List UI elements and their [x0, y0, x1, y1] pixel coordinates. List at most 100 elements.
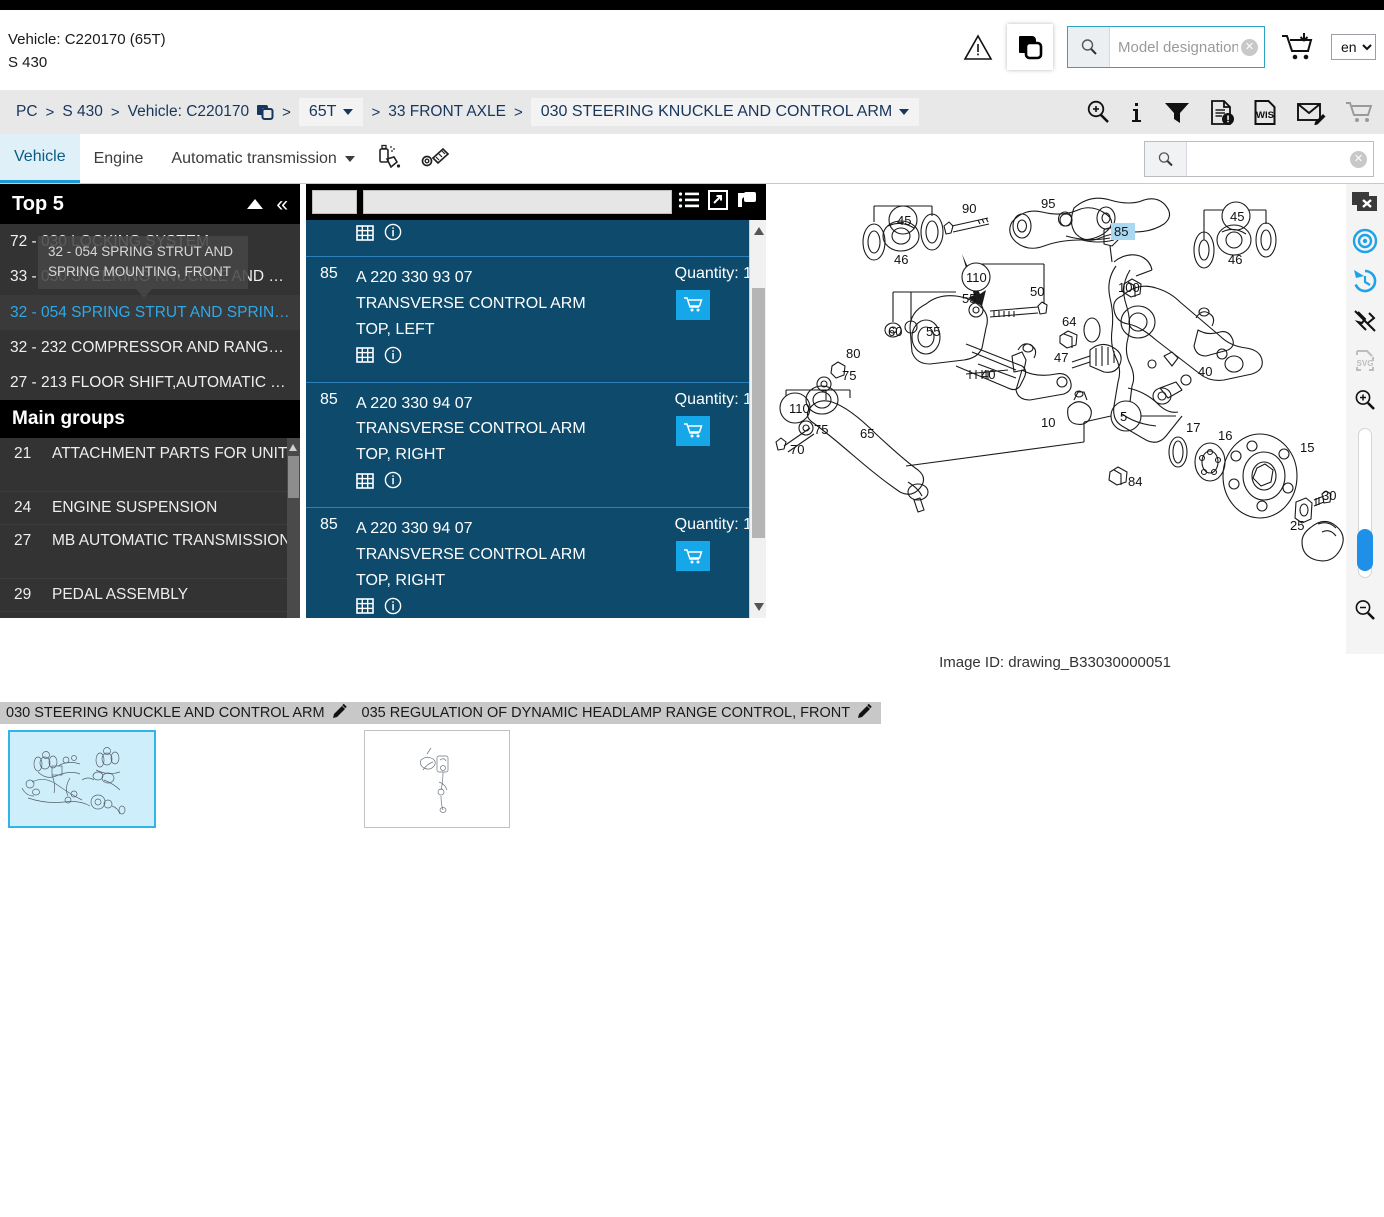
breadcrumb-item-65t[interactable]: 65T — [298, 98, 364, 126]
part-table-icon[interactable] — [356, 224, 374, 250]
add-part-to-cart-button[interactable] — [676, 415, 710, 446]
svg-export-icon[interactable]: SVG — [1352, 348, 1378, 374]
scrollbar-thumb[interactable] — [288, 456, 299, 499]
part-table-icon[interactable] — [356, 346, 374, 372]
scroll-up-icon[interactable] — [754, 227, 764, 235]
add-part-to-cart-button[interactable] — [676, 289, 710, 320]
thumbnail-image-030[interactable] — [8, 730, 156, 828]
add-part-to-cart-button[interactable] — [676, 541, 710, 572]
parts-scrollbar[interactable] — [749, 220, 766, 618]
main-group-number: 24 — [14, 499, 32, 517]
language-select[interactable]: en — [1331, 34, 1376, 60]
edit-icon[interactable] — [332, 703, 348, 722]
main-group-item-21[interactable]: 21 ATTACHMENT PARTS FOR UNITS — [0, 438, 300, 493]
thumbnail-title[interactable]: 030 STEERING KNUCKLE AND CONTROL ARM — [0, 702, 356, 724]
callout-75a: 75 — [842, 368, 856, 383]
vehicle-model-label: S 430 — [8, 54, 48, 72]
zoom-slider-knob[interactable] — [1357, 529, 1373, 571]
part-info-icon[interactable] — [384, 471, 402, 498]
unpin-icon[interactable] — [1352, 308, 1378, 334]
part-row[interactable]: 85 A 220 330 94 07 TRANSVERSE CONTROL AR… — [306, 508, 766, 618]
part-row[interactable]: 85 A 220 330 94 07 TRANSVERSE CONTROL AR… — [306, 383, 766, 509]
collapse-sidebar-icon[interactable]: « — [276, 194, 288, 215]
chevron-up-icon[interactable] — [247, 199, 264, 209]
callout-15: 15 — [1300, 440, 1314, 455]
breadcrumb-item-front-axle[interactable]: 33 FRONT AXLE — [388, 103, 506, 121]
copy-vehicle-icon[interactable] — [256, 103, 274, 121]
part-quantity — [622, 220, 752, 250]
breadcrumb-item-group[interactable]: 030 STEERING KNUCKLE AND CONTROL ARM — [530, 98, 920, 126]
callout-45b: 45 — [1230, 209, 1244, 224]
add-to-cart-icon[interactable] — [1279, 31, 1317, 63]
list-view-icon[interactable] — [678, 190, 700, 215]
model-designation-search[interactable]: ✕ — [1067, 26, 1265, 68]
zoom-in-search-icon[interactable] — [1085, 99, 1111, 125]
target-focus-icon[interactable] — [1352, 228, 1378, 254]
main-groups-scrollbar[interactable] — [287, 438, 300, 618]
callout-45: 45 — [897, 213, 911, 228]
zoom-out-icon[interactable] — [1353, 598, 1377, 622]
info-icon[interactable] — [1129, 99, 1145, 125]
zoom-slider[interactable] — [1357, 428, 1373, 578]
tab-vehicle[interactable]: Vehicle — [0, 134, 80, 183]
breadcrumb-item-vehicle[interactable]: Vehicle: C220170 — [128, 103, 250, 121]
main-group-item-24[interactable]: 24 ENGINE SUSPENSION — [0, 492, 300, 526]
part-info-icon[interactable] — [384, 223, 402, 250]
top5-item-3[interactable]: 32 - 232 COMPRESSOR AND RANGE ... — [0, 330, 300, 365]
part-row[interactable] — [306, 220, 766, 257]
close-window-icon[interactable] — [1351, 190, 1379, 214]
scroll-down-icon[interactable] — [754, 603, 764, 611]
main-group-label: PEDAL ASSEMBLY — [52, 586, 189, 604]
part-number: A 220 330 94 07 — [356, 520, 473, 538]
tab-engine[interactable]: Engine — [80, 134, 158, 183]
part-position: 85 — [320, 390, 338, 408]
part-row[interactable]: 85 A 220 330 93 07 TRANSVERSE CONTROL AR… — [306, 257, 766, 383]
shopping-cart-icon[interactable] — [1344, 99, 1374, 125]
clear-icon[interactable]: ✕ — [1350, 150, 1367, 168]
filter-funnel-icon[interactable] — [1163, 99, 1191, 125]
top5-item-4[interactable]: 27 - 213 FLOOR SHIFT,AUTOMATIC TR... — [0, 365, 300, 400]
history-undo-icon[interactable] — [1352, 268, 1378, 294]
top5-item-0[interactable]: 72 - 030 LOCKING SYSTEM — [0, 224, 300, 259]
parts-filter-small-input[interactable] — [312, 190, 357, 214]
copy-icon[interactable] — [736, 190, 758, 215]
fasteners-icon[interactable] — [413, 134, 457, 183]
thumbnail-title[interactable]: 035 REGULATION OF DYNAMIC HEADLAMP RANGE… — [355, 702, 882, 724]
expand-icon[interactable] — [708, 189, 728, 215]
warning-triangle-icon[interactable] — [963, 32, 993, 62]
scroll-up-icon[interactable] — [289, 444, 297, 452]
part-table-icon[interactable] — [356, 597, 374, 618]
parts-list-body: 85 A 220 330 93 07 TRANSVERSE CONTROL AR… — [306, 220, 766, 618]
tab-automatic-transmission[interactable]: Automatic transmission — [157, 134, 368, 183]
top5-item-2[interactable]: 32 - 054 SPRING STRUT AND SPRING ... — [0, 294, 300, 330]
breadcrumb-separator: > — [371, 103, 381, 121]
header-right-actions: ✕ en — [963, 24, 1376, 70]
scrollbar-thumb[interactable] — [752, 288, 765, 538]
top5-item-1[interactable]: 33 - 030 STEERING KNUCKLE AND CO... — [0, 259, 300, 294]
breadcrumb-item-model[interactable]: S 430 — [62, 103, 103, 121]
tab-search-input[interactable] — [1187, 151, 1373, 167]
main-group-item-30[interactable]: 30 CONTROL — [0, 612, 300, 618]
exploded-parts-drawing[interactable]: 45 90 95 46 110 55 50 64 47 100 40 80 75… — [766, 184, 1346, 654]
paint-spray-icon[interactable] — [369, 134, 413, 183]
main-group-item-29[interactable]: 29 PEDAL ASSEMBLY — [0, 579, 300, 613]
email-edit-icon[interactable] — [1296, 99, 1326, 125]
part-table-icon[interactable] — [356, 472, 374, 498]
part-info-icon[interactable] — [384, 597, 402, 618]
parts-filter-large-input[interactable] — [363, 190, 672, 214]
breadcrumb-item-pc[interactable]: PC — [16, 103, 38, 121]
part-description-1: TRANSVERSE CONTROL ARM — [356, 294, 586, 312]
part-info-icon[interactable] — [384, 346, 402, 373]
copy-documents-icon[interactable] — [1007, 24, 1053, 70]
tab-search-box[interactable]: ✕ — [1144, 141, 1374, 177]
clear-icon[interactable]: ✕ — [1241, 38, 1258, 56]
highlighted-callout-85[interactable]: 85 — [1111, 223, 1135, 240]
thumbnail-image-035[interactable] — [363, 730, 510, 828]
drawing-pane: 45 90 95 46 110 55 50 64 47 100 40 80 75… — [766, 184, 1384, 671]
main-group-item-27[interactable]: 27 MB AUTOMATIC TRANSMISSION — [0, 525, 300, 580]
zoom-in-icon[interactable] — [1353, 388, 1377, 412]
wis-document-icon[interactable]: WIS — [1253, 99, 1278, 126]
chevron-down-icon — [343, 109, 354, 115]
document-alert-icon[interactable] — [1209, 99, 1235, 126]
edit-icon[interactable] — [858, 703, 873, 722]
